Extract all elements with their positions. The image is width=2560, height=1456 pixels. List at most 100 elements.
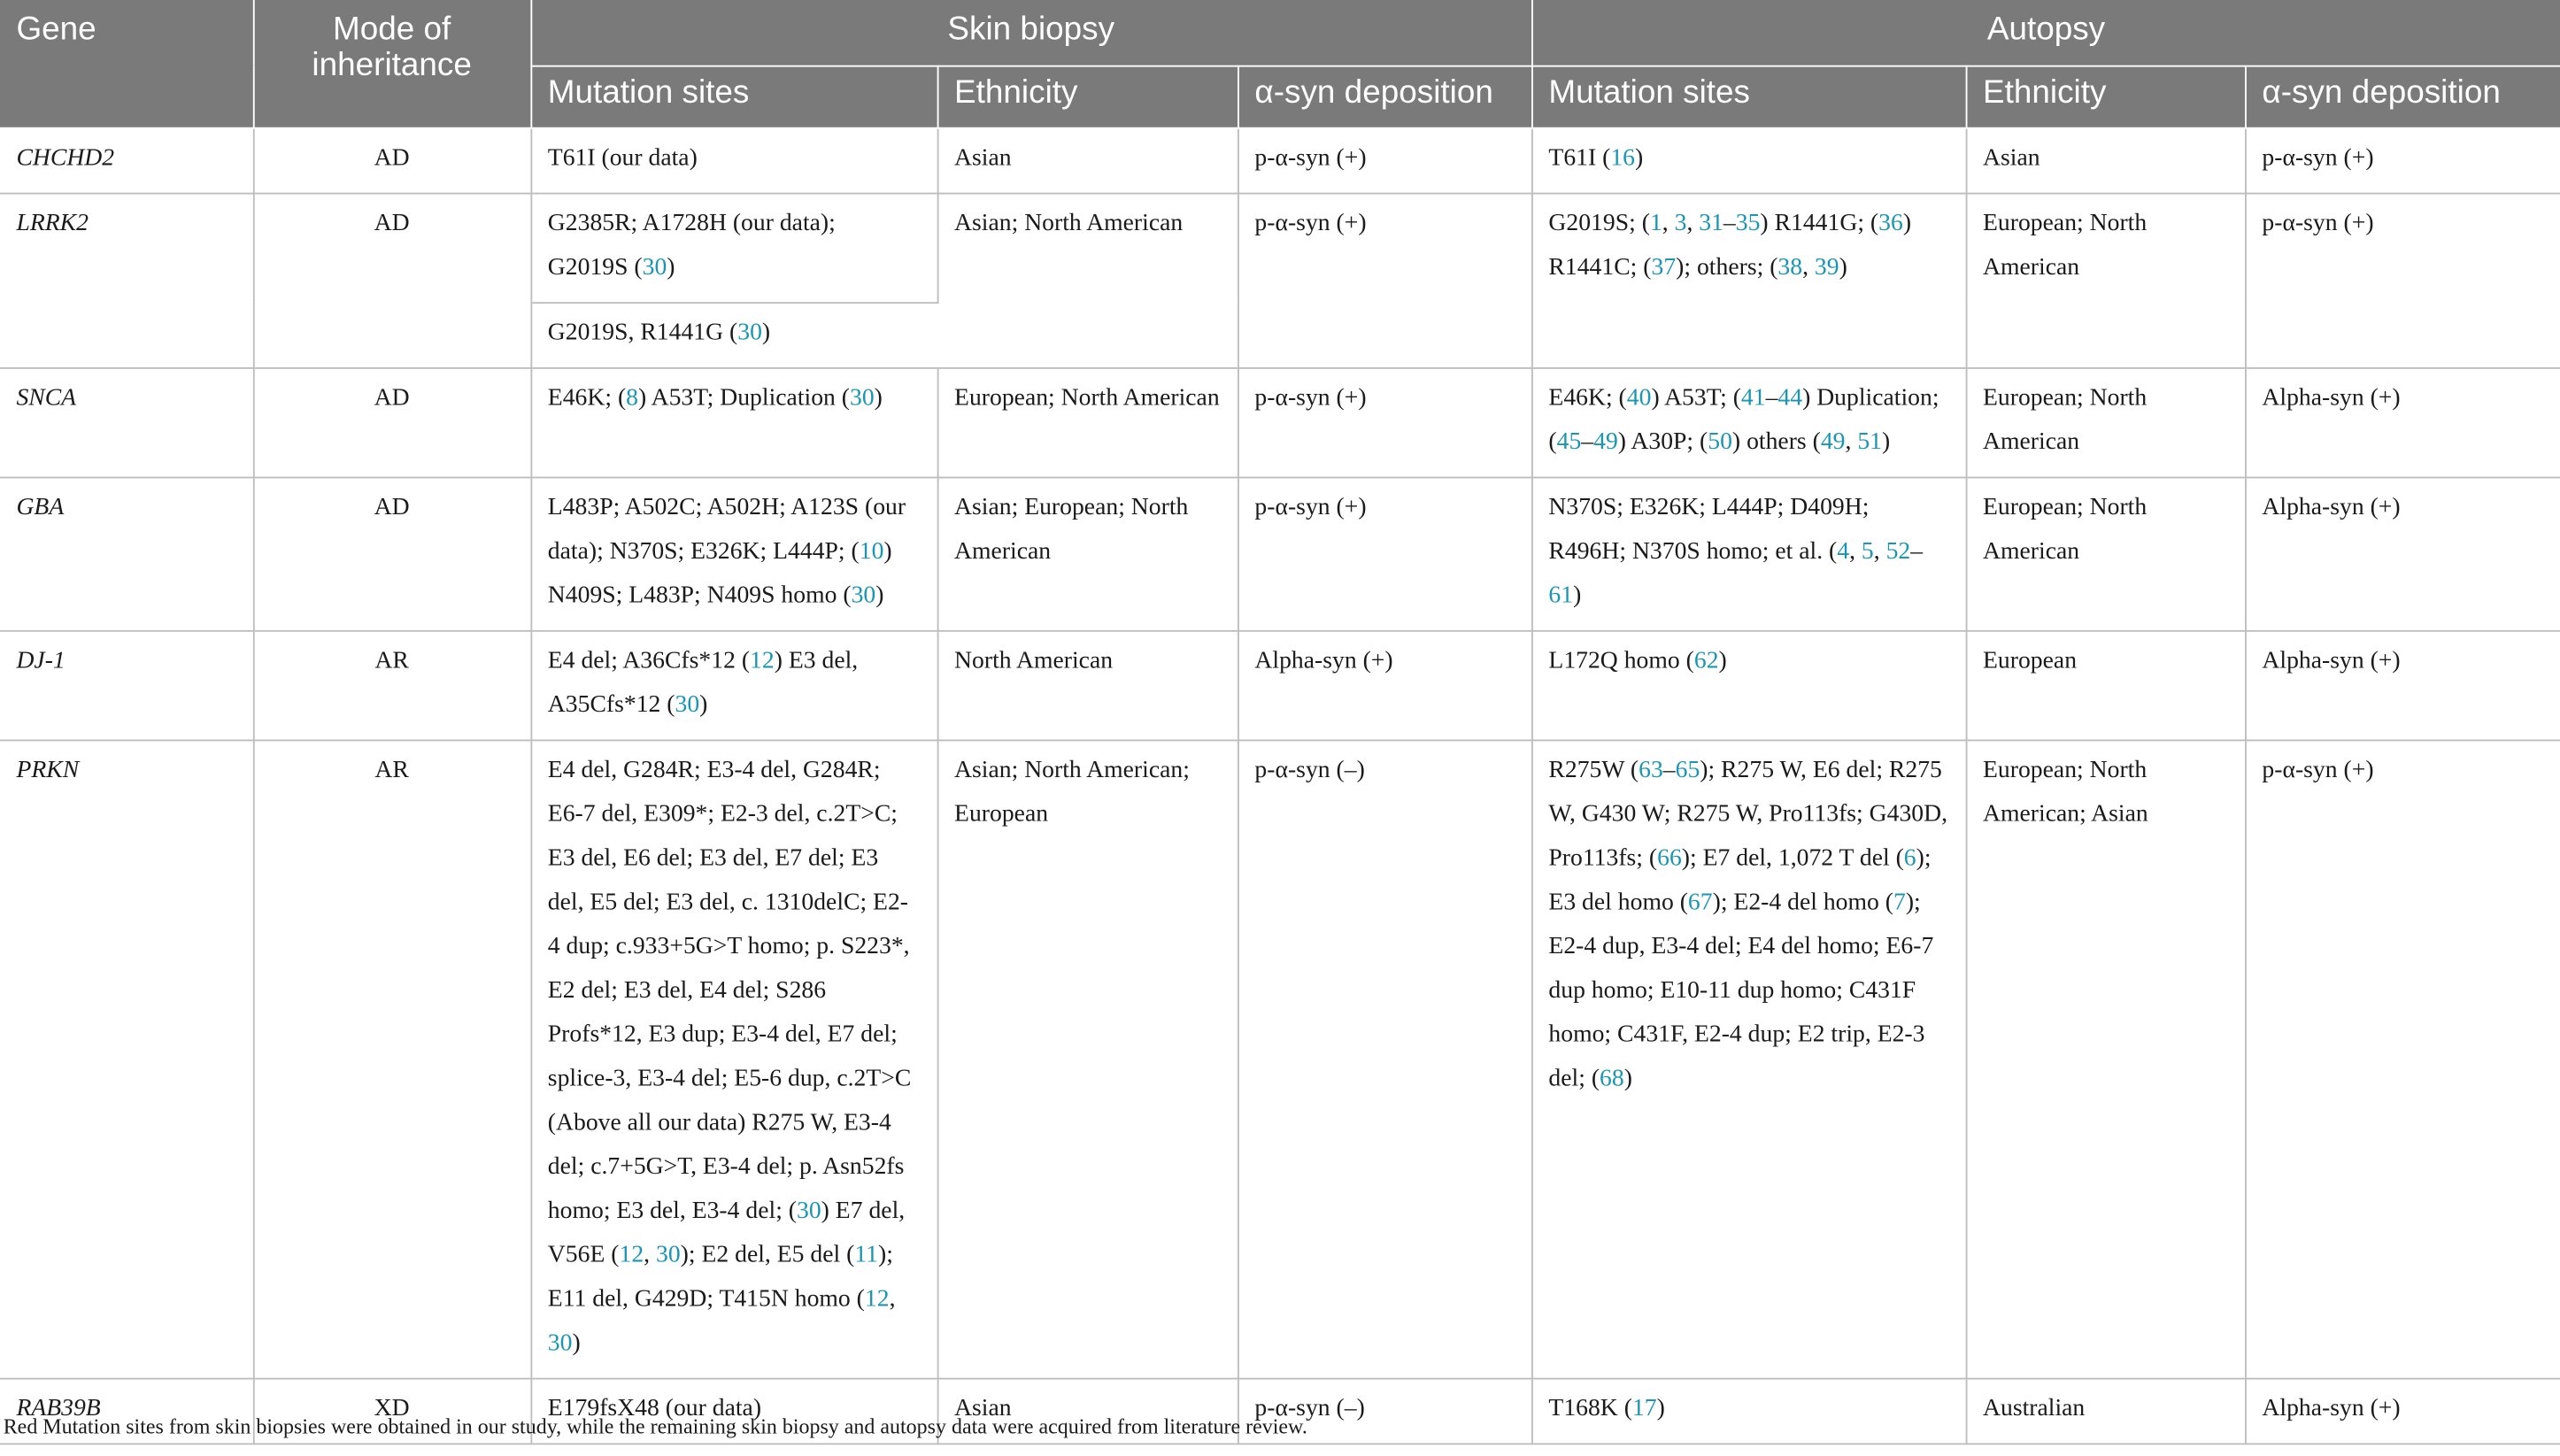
reference-link[interactable]: 52	[1886, 538, 1911, 565]
reference-link[interactable]: 41	[1741, 384, 1766, 411]
mutation-text: –	[1910, 537, 1924, 565]
skin-ethnicity-cell: Asian	[937, 127, 1238, 194]
reference-link[interactable]: 49	[1821, 428, 1846, 455]
skin-deposition-cell: p-α-syn (+)	[1238, 476, 1532, 631]
inheritance-cell: AR	[252, 629, 532, 741]
reference-link[interactable]: 7	[1893, 889, 1906, 915]
mutation-text: ); E7 del, 1,072 T del (	[1681, 844, 1904, 871]
mutation-text: R275W (	[1548, 756, 1639, 783]
mutation-text: )	[875, 582, 884, 609]
reference-link[interactable]: 30	[737, 320, 762, 346]
mutation-text: ) A53T; Duplication (	[638, 384, 851, 411]
mutation-text: ) A30P; (	[1617, 428, 1708, 455]
mutation-text: )	[1881, 428, 1891, 455]
mutation-text: L172Q homo (	[1548, 647, 1694, 674]
reference-link[interactable]: 30	[797, 1198, 821, 1224]
reference-link[interactable]: 50	[1708, 428, 1732, 455]
table-figure: Gene Mode of inheritance Skin biopsy Aut…	[0, 0, 2560, 1454]
inheritance-cell: AD	[252, 192, 532, 368]
reference-link[interactable]: 12	[750, 647, 775, 674]
mutation-text: ); E2 del, E5 del (	[680, 1241, 855, 1268]
mutation-text: ); E2-4 dup, E3-4 del; E4 del homo; E6-7…	[1548, 889, 1934, 1091]
skin-deposition-cell: p-α-syn (–)	[1238, 739, 1532, 1379]
reference-link[interactable]: 30	[548, 1329, 573, 1356]
reference-link[interactable]: 66	[1657, 844, 1682, 871]
skin-mutation-cell: T61I (our data)	[530, 127, 938, 194]
mutation-text: E4 del, G284R; E3-4 del, G284R; E6-7 del…	[547, 756, 912, 1224]
reference-link[interactable]: 12	[865, 1285, 890, 1312]
reference-link[interactable]: 40	[1627, 384, 1652, 411]
header-skin-deposition: α-syn deposition	[1238, 65, 1532, 128]
reference-link[interactable]: 30	[850, 384, 875, 411]
mutation-text: –	[1662, 756, 1676, 783]
reference-link[interactable]: 35	[1736, 210, 1761, 236]
inheritance-cell: AD	[252, 366, 532, 478]
reference-link[interactable]: 62	[1694, 647, 1719, 674]
mutation-text: T61I (	[1548, 144, 1611, 171]
autopsy-mutation-cell: G2019S; (1, 3, 31–35) R1441G; (36) R1441…	[1531, 192, 1967, 368]
reference-link[interactable]: 49	[1593, 428, 1618, 455]
reference-link[interactable]: 38	[1777, 254, 1802, 281]
reference-link[interactable]: 5	[1862, 538, 1874, 565]
mutation-text: ,	[644, 1241, 656, 1268]
reference-link[interactable]: 17	[1632, 1395, 1657, 1421]
reference-link[interactable]: 30	[675, 691, 700, 718]
header-autopsy-mutation-sites: Mutation sites	[1531, 65, 1967, 128]
gene-cell: LRRK2	[0, 192, 254, 368]
mutation-text: ) R1441G; (	[1760, 210, 1879, 236]
mutation-text: )	[1839, 253, 1847, 281]
autopsy-ethnicity-cell: European; North American	[1965, 476, 2246, 631]
autopsy-mutation-cell: T168K (17)	[1531, 1377, 1967, 1444]
gene-cell: CHCHD2	[0, 127, 254, 194]
reference-link[interactable]: 51	[1857, 428, 1882, 455]
reference-link[interactable]: 36	[1878, 210, 1903, 236]
mutation-text: E46K; (	[1548, 384, 1627, 411]
skin-mutation-cell: L483P; A502C; A502H; A123S (our data); N…	[530, 476, 938, 631]
reference-link[interactable]: 3	[1675, 210, 1687, 236]
gene-cell: PRKN	[0, 739, 254, 1379]
mutation-text: )	[1623, 1065, 1632, 1091]
reference-link[interactable]: 12	[619, 1242, 644, 1268]
reference-link[interactable]: 1	[1650, 210, 1662, 236]
reference-link[interactable]: 10	[860, 538, 884, 565]
mutation-text: )	[874, 384, 883, 411]
table-row: PRKN AR E4 del, G284R; E3-4 del, G284R; E6…	[0, 739, 2560, 1379]
mutation-text: ); others; (	[1676, 253, 1778, 281]
autopsy-mutation-cell: L172Q homo (62)	[1531, 629, 1967, 741]
inheritance-cell: AD	[252, 476, 532, 631]
reference-link[interactable]: 11	[854, 1242, 878, 1268]
autopsy-mutation-cell: E46K; (40) A53T; (41–44) Duplication; (4…	[1531, 366, 1967, 478]
reference-link[interactable]: 39	[1815, 254, 1839, 281]
inheritance-cell: AD	[252, 127, 532, 194]
reference-link[interactable]: 44	[1777, 384, 1802, 411]
reference-link[interactable]: 61	[1548, 582, 1573, 609]
reference-link[interactable]: 30	[643, 254, 667, 281]
mutation-text: ,	[1662, 210, 1675, 236]
reference-link[interactable]: 8	[626, 384, 638, 411]
mutation-text: –	[1765, 384, 1778, 411]
header-autopsy-deposition: α-syn deposition	[2245, 65, 2560, 128]
reference-link[interactable]: 30	[656, 1242, 681, 1268]
autopsy-ethnicity-cell: Asian	[1965, 127, 2246, 194]
reference-link[interactable]: 31	[1699, 210, 1723, 236]
mutation-text: G2019S; (	[1548, 210, 1650, 236]
autopsy-deposition-cell: Alpha-syn (+)	[2245, 366, 2560, 478]
reference-link[interactable]: 68	[1600, 1065, 1624, 1091]
reference-link[interactable]: 30	[852, 582, 876, 609]
reference-link[interactable]: 67	[1688, 889, 1713, 915]
mutation-text: –	[1581, 428, 1594, 455]
skin-ethnicity-cell: North American	[937, 629, 1238, 741]
gene-cell: GBA	[0, 476, 254, 631]
reference-link[interactable]: 6	[1904, 844, 1916, 871]
reference-link[interactable]: 4	[1837, 538, 1849, 565]
autopsy-mutation-cell: R275W (63–65); R275 W, E6 del; R275 W, G…	[1531, 739, 1967, 1379]
autopsy-deposition-cell: p-α-syn (+)	[2245, 192, 2560, 368]
reference-link[interactable]: 37	[1651, 254, 1676, 281]
reference-link[interactable]: 63	[1639, 757, 1663, 783]
gene-cell: SNCA	[0, 366, 254, 478]
autopsy-mutation-cell: T61I (16)	[1531, 127, 1967, 194]
reference-link[interactable]: 45	[1557, 428, 1582, 455]
gene-cell: DJ-1	[0, 629, 254, 741]
reference-link[interactable]: 16	[1610, 144, 1635, 171]
reference-link[interactable]: 65	[1676, 757, 1700, 783]
